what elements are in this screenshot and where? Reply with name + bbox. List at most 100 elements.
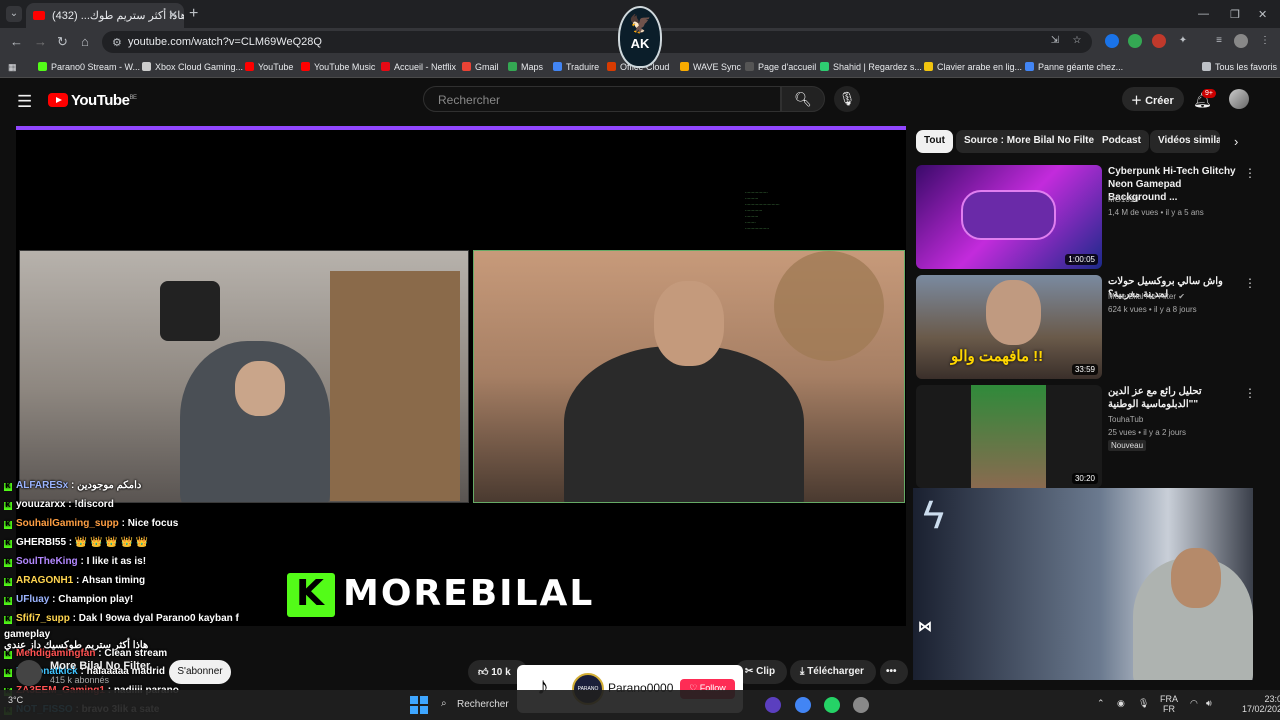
volume-icon[interactable]: 🔊︎ bbox=[1206, 698, 1212, 709]
search-button[interactable]: 🔍︎ bbox=[781, 86, 825, 112]
chat-text: Dak l 9owa dyal Parano0 kayban f bbox=[78, 613, 239, 624]
weather-widget[interactable]: 3°C bbox=[8, 695, 23, 705]
tab-search-icon[interactable]: ⌄ bbox=[6, 6, 22, 22]
media-control-icon[interactable]: ≡ bbox=[1212, 34, 1226, 48]
chevron-right-icon[interactable]: › bbox=[1234, 134, 1238, 149]
browser-tab[interactable]: هاذا أكثر ستريم طوك... (432) ✕ bbox=[26, 3, 184, 28]
taskbar-app-icon[interactable] bbox=[765, 697, 781, 713]
chat-message: K GHERBI55 : 👑 👑 👑 👑 👑 bbox=[4, 537, 149, 548]
download-button[interactable]: ⤓ Télécharger bbox=[790, 660, 876, 684]
chip-similar[interactable]: Vidéos similai bbox=[1150, 130, 1220, 153]
address-bar[interactable]: ⚙ youtube.com/watch?v=CLM69WeQ28Q bbox=[102, 31, 1092, 53]
video-menu-icon[interactable]: ⋮ bbox=[1244, 386, 1256, 400]
chat-username: Mehdigamingfan bbox=[16, 648, 96, 659]
channel-name[interactable]: More Bilal No Filter bbox=[50, 660, 150, 672]
voice-search-button[interactable]: 🎙︎ bbox=[834, 86, 860, 112]
close-tab-icon[interactable]: ✕ bbox=[168, 8, 178, 22]
bookmark-item[interactable]: Accueil - Netflix bbox=[381, 62, 456, 72]
settings-taskbar-icon[interactable] bbox=[853, 697, 869, 713]
chrome-menu-icon[interactable]: ⋮ bbox=[1258, 34, 1272, 48]
chip-source[interactable]: Source : More Bilal No Filter bbox=[956, 130, 1106, 153]
video-menu-icon[interactable]: ⋮ bbox=[1244, 166, 1256, 180]
forward-icon[interactable]: → bbox=[34, 34, 47, 49]
bookmark-item[interactable]: Shahid | Regardez s... bbox=[820, 62, 922, 72]
clock[interactable]: 23:0917/02/2026 bbox=[1242, 694, 1280, 714]
account-avatar[interactable] bbox=[1229, 89, 1249, 109]
face bbox=[1171, 548, 1221, 608]
bookmark-item[interactable]: Xbox Cloud Gaming... bbox=[142, 62, 243, 72]
video-menu-icon[interactable]: ⋮ bbox=[1244, 276, 1256, 290]
site-info-icon[interactable]: ⚙ bbox=[112, 36, 122, 49]
gamepad-icon bbox=[961, 190, 1056, 240]
video-title[interactable]: تحليل رائع مع عز الدين "الدبلوماسية الوط… bbox=[1108, 385, 1238, 411]
hamburger-menu-icon[interactable]: ☰ bbox=[17, 92, 32, 112]
taskbar-search[interactable]: ⌕ Rechercher bbox=[437, 695, 517, 715]
bookmark-item[interactable]: Clavier arabe en lig... bbox=[924, 62, 1022, 72]
video-channel[interactable]: MG1010 bbox=[1108, 195, 1139, 204]
bookmark-item[interactable]: Panne géante chez... bbox=[1025, 62, 1123, 72]
extension-icon[interactable] bbox=[1105, 34, 1119, 48]
kick-badge-icon: K bbox=[4, 483, 12, 491]
video-channel[interactable]: TouhaTub bbox=[1108, 415, 1143, 424]
subscribe-button[interactable]: S'abonner bbox=[169, 660, 231, 684]
extensions-puzzle-icon[interactable]: ✦ bbox=[1176, 34, 1190, 48]
all-bookmarks-button[interactable]: Tous les favoris bbox=[1202, 62, 1277, 72]
extension-icon[interactable] bbox=[1152, 34, 1166, 48]
reload-icon[interactable]: ↻ bbox=[57, 34, 68, 50]
minimize-icon[interactable]: — bbox=[1198, 8, 1209, 20]
maximize-icon[interactable]: ❐ bbox=[1230, 8, 1240, 21]
clip-label: Clip bbox=[756, 666, 776, 677]
chat-message: K SouhailGaming_supp : Nice focus bbox=[4, 518, 179, 529]
face bbox=[654, 281, 724, 366]
bookmark-item[interactable]: Maps bbox=[508, 62, 543, 72]
wood-wall bbox=[330, 271, 460, 501]
bookmark-item[interactable]: Gmail bbox=[462, 62, 499, 72]
stream-overlay-bar bbox=[16, 126, 906, 130]
close-window-icon[interactable]: ✕ bbox=[1258, 8, 1267, 21]
region-code: BE bbox=[129, 95, 137, 101]
face bbox=[986, 280, 1041, 345]
bookmark-item[interactable]: Page d'accueil bbox=[745, 62, 816, 72]
bookmark-item[interactable]: YouTube Music bbox=[301, 62, 375, 72]
home-icon[interactable]: ⌂ bbox=[81, 34, 89, 49]
install-app-icon[interactable]: ⇲ bbox=[1048, 34, 1062, 48]
extension-icon[interactable] bbox=[1128, 34, 1142, 48]
chat-message: K ARAGONH1 : Ahsan timing bbox=[4, 575, 146, 586]
search-input[interactable]: Rechercher bbox=[423, 86, 781, 112]
video-channel[interactable]: More Bilal No Filter ✔ bbox=[1108, 292, 1185, 301]
language-indicator[interactable]: FRA FR bbox=[1160, 694, 1178, 714]
bookmark-item[interactable]: WAVE Sync bbox=[680, 62, 741, 72]
back-icon[interactable]: ← bbox=[10, 34, 23, 49]
kick-badge-icon: K bbox=[4, 578, 12, 586]
video-thumbnail[interactable]: 1:00:05 bbox=[916, 165, 1102, 269]
bookmark-item[interactable]: Parano0 Stream - W... bbox=[38, 62, 140, 72]
video-thumbnail[interactable]: 30:20 bbox=[916, 385, 1102, 488]
wifi-icon[interactable]: ◠ bbox=[1190, 698, 1198, 709]
chat-text: !discord bbox=[74, 499, 114, 510]
tray-chevron-icon[interactable]: ⌃ bbox=[1097, 698, 1105, 709]
more-actions-button[interactable]: ••• bbox=[880, 660, 908, 684]
chat-text: Champion play! bbox=[58, 594, 134, 605]
video-meta: 1,4 M de vues • il y a 5 ans bbox=[1108, 208, 1204, 217]
bookmark-star-icon[interactable]: ☆ bbox=[1070, 34, 1084, 48]
chip-all[interactable]: Tout bbox=[916, 130, 953, 153]
whatsapp-taskbar-icon[interactable] bbox=[824, 697, 840, 713]
kick-badge-icon: K bbox=[4, 616, 12, 624]
new-tab-button[interactable]: + bbox=[189, 5, 198, 23]
profile-icon[interactable] bbox=[1234, 34, 1248, 48]
bookmark-item[interactable]: Traduire bbox=[553, 62, 599, 72]
chrome-taskbar-icon[interactable] bbox=[795, 697, 811, 713]
url-text: youtube.com/watch?v=CLM69WeQ28Q bbox=[128, 36, 322, 48]
windows-start-icon[interactable] bbox=[410, 696, 428, 714]
create-button[interactable]: ＋ Créer bbox=[1122, 87, 1184, 111]
kick-badge-icon: K bbox=[4, 540, 12, 548]
channel-avatar[interactable] bbox=[16, 660, 42, 686]
kick-badge-icon: K bbox=[4, 559, 12, 567]
chip-podcast[interactable]: Podcast bbox=[1094, 130, 1149, 153]
apps-grid-icon[interactable]: ▦ bbox=[8, 62, 17, 73]
youtube-logo[interactable]: YouTubeBE bbox=[48, 92, 137, 109]
microphone-tray-icon[interactable]: 🎙︎ bbox=[1138, 698, 1149, 709]
video-thumbnail[interactable]: مافهمت والو !! 33:59 bbox=[916, 275, 1102, 379]
bookmark-item[interactable]: YouTube bbox=[245, 62, 293, 72]
network-icon[interactable]: ◉ bbox=[1117, 698, 1125, 709]
